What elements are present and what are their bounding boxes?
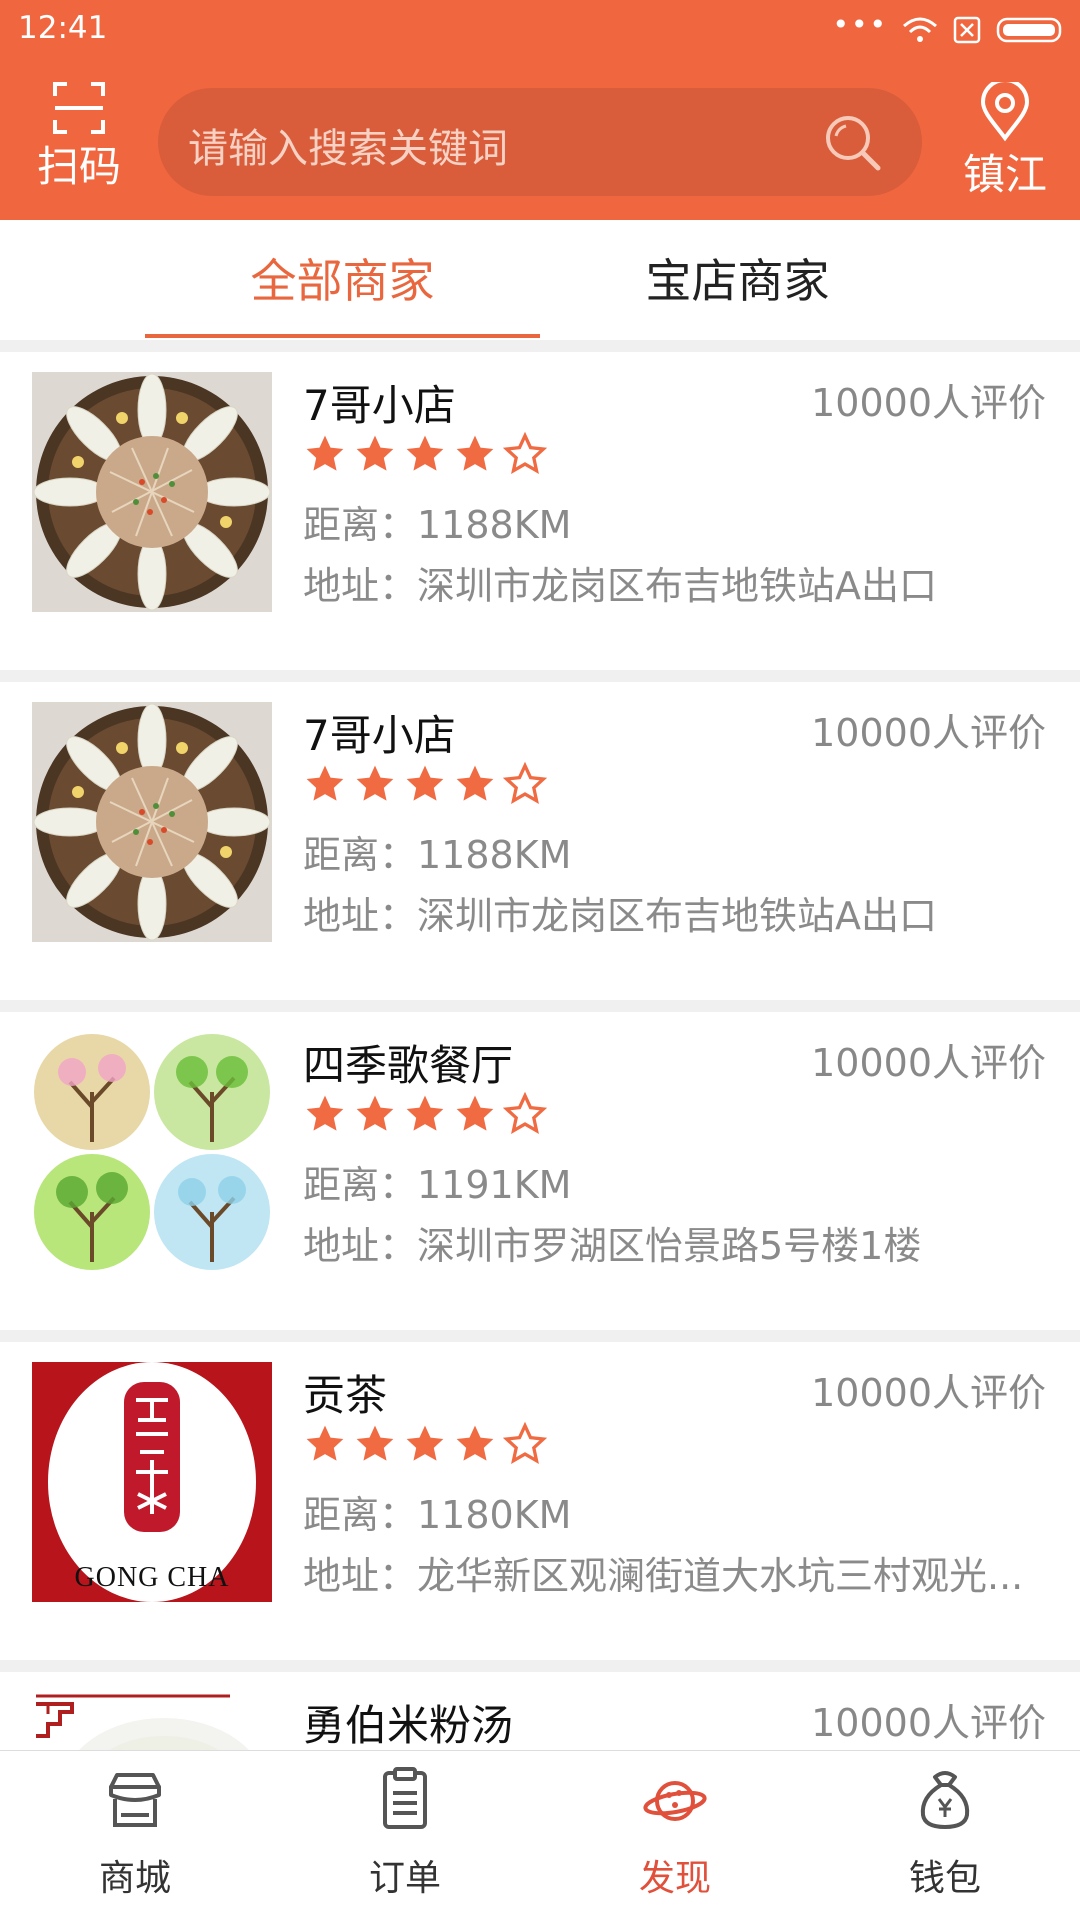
merchant-address: 地址：龙华新区观澜街道大水坑三村观光... <box>303 1554 1024 1598</box>
four-seasons-trees-image <box>32 1032 272 1272</box>
merchant-thumbnail <box>32 1692 272 1750</box>
scan-label: 扫码 <box>36 142 121 191</box>
merchant-address: 地址：深圳市龙岗区布吉地铁站A出口 <box>303 564 937 608</box>
search-icon[interactable] <box>822 112 882 172</box>
plate-food-image <box>32 372 272 612</box>
review-count: 10000人评价 <box>811 1041 1046 1085</box>
star-filled-icon <box>406 1425 444 1461</box>
star-filled-icon <box>356 1425 394 1461</box>
nav-label: 订单 <box>368 1858 441 1899</box>
search-placeholder: 请输入搜索关键词 <box>188 126 508 172</box>
merchant-tabs: 全部商家 宝店商家 <box>0 220 1080 340</box>
merchant-address: 地址：深圳市龙岗区布吉地铁站A出口 <box>303 894 937 938</box>
star-filled-icon <box>306 435 344 471</box>
status-bar: 12:41 ••• <box>0 0 1080 62</box>
search-input[interactable]: 请输入搜索关键词 <box>158 88 922 196</box>
no-sim-icon <box>953 16 981 44</box>
wifi-icon <box>903 17 937 42</box>
rating-stars <box>303 762 547 806</box>
star-filled-icon <box>356 435 394 471</box>
merchant-card[interactable]: GONG CHA 贡茶 10000人评价 距离：1180KM 地址：龙华新区观澜… <box>0 1342 1080 1660</box>
location-pin-icon <box>980 78 1030 142</box>
star-filled-icon <box>456 1425 494 1461</box>
store-icon <box>109 1773 161 1827</box>
star-filled-icon <box>306 765 344 801</box>
nav-label: 商城 <box>98 1858 171 1899</box>
more-dots-icon: ••• <box>832 8 888 41</box>
merchant-name: 7哥小店 <box>303 711 456 760</box>
tab-featured-merchants[interactable]: 宝店商家 <box>540 245 935 311</box>
merchant-card[interactable]: 7哥小店 10000人评价 距离：1188KM 地址：深圳市龙岗区布吉地铁站A出… <box>0 682 1080 1000</box>
wallet-icon <box>920 1771 970 1830</box>
star-empty-icon <box>503 1092 547 1134</box>
merchant-distance: 距离：1188KM <box>303 503 572 547</box>
tab-underline <box>145 334 540 338</box>
tab-all-merchants[interactable]: 全部商家 <box>145 245 540 311</box>
review-count: 10000人评价 <box>811 1371 1046 1415</box>
review-count: 10000人评价 <box>811 711 1046 755</box>
merchant-name: 勇伯米粉汤 <box>303 1701 514 1750</box>
star-filled-icon <box>356 1095 394 1131</box>
star-filled-icon <box>406 765 444 801</box>
star-filled-icon <box>306 1425 344 1461</box>
nav-item-store[interactable]: 商城 <box>0 1763 270 1901</box>
merchant-card[interactable]: 勇伯米粉汤 10000人评价 <box>0 1672 1080 1750</box>
star-empty-icon <box>503 762 547 804</box>
merchant-distance: 距离：1180KM <box>303 1493 572 1537</box>
merchant-address: 地址：深圳市罗湖区怡景路5号楼1楼 <box>303 1224 922 1268</box>
star-filled-icon <box>456 1095 494 1131</box>
merchant-list[interactable]: 7哥小店 10000人评价 距离：1188KM 地址：深圳市龙岗区布吉地铁站A出… <box>0 350 1080 1750</box>
star-filled-icon <box>306 1095 344 1131</box>
nav-item-discover[interactable]: 发现 <box>540 1763 810 1901</box>
review-count: 10000人评价 <box>811 381 1046 425</box>
nav-label: 钱包 <box>908 1858 981 1899</box>
bottom-navigation: 商城 订单 发现 钱包 <box>0 1750 1080 1920</box>
merchant-card[interactable]: 7哥小店 10000人评价 距离：1188KM 地址：深圳市龙岗区布吉地铁站A出… <box>0 352 1080 670</box>
status-time: 12:41 <box>18 10 108 46</box>
scan-icon <box>53 82 105 134</box>
top-header: 12:41 ••• 扫码 请输入搜索关键词 镇江 <box>0 0 1080 220</box>
merchant-name: 7哥小店 <box>303 381 456 430</box>
nav-item-orders[interactable]: 订单 <box>270 1763 540 1901</box>
merchant-distance: 距离：1188KM <box>303 833 572 877</box>
merchant-thumbnail <box>32 372 272 612</box>
merchant-thumbnail: GONG CHA <box>32 1362 272 1602</box>
merchant-thumbnail <box>32 702 272 942</box>
status-icons: ••• <box>832 10 1066 50</box>
merchant-card[interactable]: 四季歌餐厅 10000人评价 距离：1191KM 地址：深圳市罗湖区怡景路5号楼… <box>0 1012 1080 1330</box>
location-button[interactable]: 镇江 <box>950 78 1060 199</box>
gongcha-logo-text: GONG CHA <box>74 1562 230 1593</box>
discover-icon <box>643 1781 707 1821</box>
merchant-distance: 距离：1191KM <box>303 1163 572 1207</box>
star-filled-icon <box>456 435 494 471</box>
star-filled-icon <box>356 765 394 801</box>
plate-food-image <box>32 702 272 942</box>
scan-button[interactable]: 扫码 <box>24 80 134 188</box>
rating-stars <box>303 432 547 476</box>
star-filled-icon <box>406 1095 444 1131</box>
star-filled-icon <box>406 435 444 471</box>
star-empty-icon <box>503 1422 547 1464</box>
star-filled-icon <box>456 765 494 801</box>
merchant-thumbnail <box>32 1032 272 1272</box>
rating-stars <box>303 1422 547 1466</box>
order-icon <box>383 1767 427 1829</box>
nav-label: 发现 <box>638 1858 711 1899</box>
bowl-soup-image <box>32 1692 272 1750</box>
app-screen: 12:41 ••• 扫码 请输入搜索关键词 镇江 全部商家 宝店商家 7哥小店 … <box>0 0 1080 1920</box>
nav-item-wallet[interactable]: 钱包 <box>810 1763 1080 1901</box>
merchant-name: 贡茶 <box>303 1371 388 1420</box>
review-count: 10000人评价 <box>811 1701 1046 1745</box>
rating-stars <box>303 1092 547 1136</box>
merchant-name: 四季歌餐厅 <box>303 1041 514 1090</box>
battery-icon <box>996 17 1062 43</box>
star-empty-icon <box>503 432 547 474</box>
location-label: 镇江 <box>962 150 1047 199</box>
